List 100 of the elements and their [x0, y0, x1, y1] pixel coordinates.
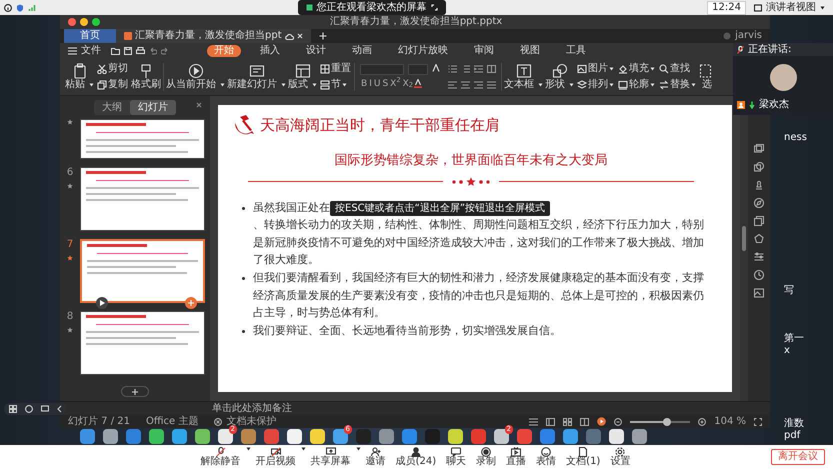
slide-thumbnail[interactable]	[80, 311, 205, 375]
new-slide-button[interactable]	[121, 386, 149, 397]
fullscreen-icon[interactable]	[754, 418, 762, 426]
present-icon[interactable]	[597, 417, 606, 426]
ribbon-button[interactable]: 文本框	[503, 62, 544, 90]
history-icon[interactable]	[754, 270, 764, 280]
justify-icon[interactable]	[487, 80, 496, 88]
document-tab[interactable]: 汇聚青春力量，激发使命担当ppt	[116, 29, 311, 43]
align-right-icon[interactable]	[474, 80, 483, 88]
folder-icon[interactable]	[111, 46, 120, 54]
ribbon-button[interactable]: 格式刷	[130, 62, 162, 90]
ribbon-button[interactable]: 形状	[544, 62, 575, 90]
ribbon-button[interactable]: 剪切	[97, 62, 128, 74]
meeting-control[interactable]: 文档(1)	[561, 447, 606, 467]
zoom-in-icon[interactable]	[698, 418, 706, 426]
app-icon[interactable]	[448, 429, 463, 444]
meeting-control[interactable]: 直播	[501, 447, 532, 467]
close-icon[interactable]	[68, 18, 76, 26]
format-button[interactable]: S	[381, 78, 390, 90]
meeting-control[interactable]: 开启视频	[250, 447, 301, 467]
font-color-icon[interactable]	[414, 79, 422, 88]
reading-view-icon[interactable]	[580, 418, 590, 426]
grid-icon[interactable]	[9, 405, 17, 413]
notes-field[interactable]: 单击此处添加备注	[208, 402, 408, 415]
ribbon-button[interactable]: 重置	[320, 62, 351, 74]
zoom-out-icon[interactable]	[614, 418, 622, 426]
ribbon-tab[interactable]: 幻灯片放映	[391, 44, 455, 56]
ribbon-button[interactable]: 填充	[618, 62, 655, 74]
ribbon-tab[interactable]: 审阅	[467, 44, 501, 56]
ribbon-tab[interactable]: 插入	[253, 44, 287, 56]
plus-icon[interactable]	[318, 32, 327, 40]
copy-icon[interactable]	[754, 216, 764, 226]
expand-icon[interactable]	[430, 4, 438, 11]
maximize-icon[interactable]	[92, 18, 100, 26]
font-size-field[interactable]	[408, 64, 428, 75]
shape-icon[interactable]	[754, 162, 764, 172]
panel-tab[interactable]: 大纲	[94, 100, 130, 115]
ribbon-button[interactable]: 从当前开始	[165, 62, 226, 90]
undo-icon[interactable]	[149, 46, 157, 54]
close-icon[interactable]	[196, 102, 202, 108]
app-icon[interactable]	[632, 429, 647, 444]
ribbon-button[interactable]: 复制	[97, 78, 128, 90]
compass-icon[interactable]	[754, 198, 764, 208]
app-icon[interactable]	[103, 429, 118, 444]
presenter-view-button[interactable]: 演讲者视图	[750, 2, 829, 12]
minimize-icon[interactable]	[80, 18, 88, 26]
meeting-control[interactable]: 设置	[605, 447, 636, 467]
ribbon-button[interactable]: 排列	[577, 78, 614, 90]
ribbon-button[interactable]: 选	[698, 62, 716, 90]
menu-icon[interactable]	[68, 46, 77, 54]
format-button[interactable]: B	[360, 78, 368, 90]
slide-thumbnail[interactable]	[80, 239, 205, 303]
meeting-control[interactable]: 聊天	[441, 447, 472, 467]
slide-thumbnail[interactable]	[80, 167, 205, 231]
align-left-icon[interactable]	[448, 80, 457, 88]
bullet-list-icon[interactable]	[448, 64, 457, 72]
print-icon[interactable]	[136, 46, 145, 54]
grow-font-icon[interactable]	[432, 64, 440, 72]
stamp-icon[interactable]	[754, 180, 764, 190]
ribbon-tab[interactable]: 视图	[513, 44, 547, 56]
indent-icon[interactable]	[474, 64, 483, 72]
app-icon[interactable]	[287, 429, 302, 444]
ribbon-button[interactable]: 图片	[577, 62, 614, 74]
ribbon-button[interactable]: 版式	[287, 62, 318, 90]
ribbon-tab[interactable]: 工具	[559, 44, 593, 56]
sliders-icon[interactable]	[754, 252, 764, 262]
format-button[interactable]: U	[372, 78, 382, 90]
numbered-list-icon[interactable]	[461, 64, 470, 72]
ribbon-button[interactable]: 查找	[659, 62, 696, 74]
meeting-control[interactable]: 表情	[531, 447, 562, 467]
save-icon[interactable]	[124, 46, 132, 54]
columns-icon[interactable]	[487, 64, 496, 72]
chat-icon[interactable]	[41, 405, 49, 413]
ribbon-tab[interactable]: 设计	[299, 44, 333, 56]
meeting-control[interactable]: 邀请	[360, 447, 391, 467]
ribbon-button[interactable]: 轮廓	[618, 78, 655, 90]
ribbon-button[interactable]: 新建幻灯片	[226, 62, 287, 90]
app-icon[interactable]	[172, 429, 187, 444]
ribbon-button[interactable]: 替换	[659, 78, 696, 90]
format-button[interactable]: X$^{2}$	[389, 78, 402, 90]
image-icon[interactable]	[754, 288, 764, 298]
document-tab[interactable]: 首页	[64, 29, 116, 43]
normal-view-icon[interactable]	[546, 418, 556, 426]
panel-tab[interactable]: 幻灯片	[130, 100, 176, 115]
format-button[interactable]: I	[368, 78, 373, 90]
app-icon[interactable]	[149, 429, 164, 444]
file-menu[interactable]: 文件	[81, 44, 101, 56]
leave-meeting-button[interactable]: 离开会议	[771, 449, 825, 465]
app-icon[interactable]	[310, 429, 325, 444]
grid-view-icon[interactable]	[563, 418, 572, 426]
slider-thumb[interactable]	[663, 418, 672, 426]
ribbon-button[interactable]: 节	[320, 78, 351, 90]
slides-icon[interactable]	[754, 144, 764, 154]
face-icon[interactable]	[25, 405, 33, 413]
chevron-left-icon[interactable]	[57, 405, 62, 413]
meeting-control[interactable]: 共享屏幕	[306, 447, 356, 467]
notes-view-icon[interactable]	[529, 418, 538, 426]
font-name-field[interactable]	[360, 64, 404, 75]
app-icon[interactable]	[195, 429, 210, 444]
app-icon[interactable]	[609, 429, 624, 444]
